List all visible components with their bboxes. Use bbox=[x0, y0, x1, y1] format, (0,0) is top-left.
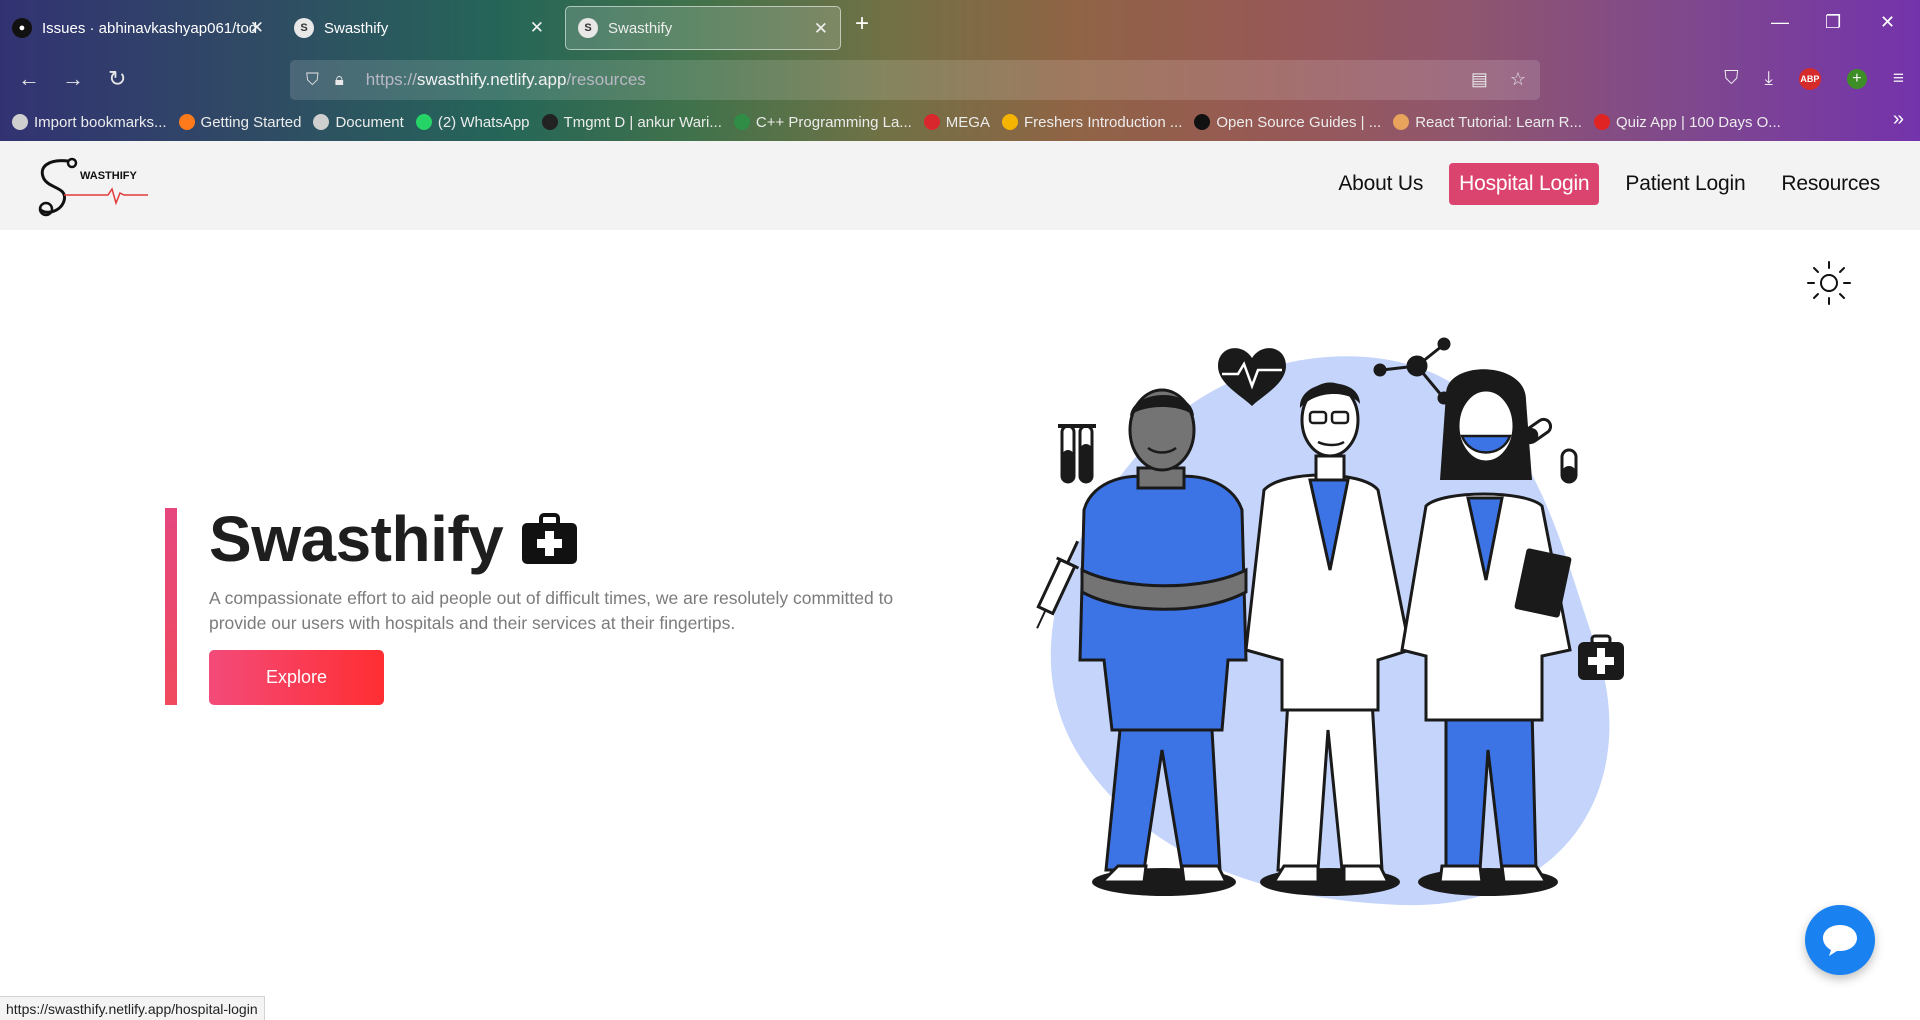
bookmark-item[interactable]: (2) WhatsApp bbox=[415, 114, 530, 131]
lock-icon: 🔒︎ bbox=[334, 70, 344, 89]
bookmark-item[interactable]: React Tutorial: Learn R... bbox=[1393, 114, 1582, 131]
chat-bubble-icon bbox=[1823, 925, 1857, 956]
url-text[interactable]: https://swasthify.netlify.app/resources bbox=[366, 70, 646, 90]
minimize-icon[interactable]: — bbox=[1771, 12, 1789, 33]
quiz-app-icon bbox=[1593, 114, 1610, 130]
bookmark-item[interactable]: Quiz App | 100 Days O... bbox=[1593, 114, 1781, 131]
bookmark-item[interactable]: C++ Programming La... bbox=[733, 114, 912, 131]
new-tab-plus-icon[interactable]: + bbox=[855, 10, 869, 38]
forward-arrow-icon[interactable]: → bbox=[62, 66, 84, 92]
close-icon[interactable]: ✕ bbox=[814, 19, 828, 39]
explore-button[interactable]: Explore bbox=[209, 650, 384, 705]
theme-toggle-sun-icon[interactable] bbox=[1806, 260, 1852, 306]
adblock-plus-icon[interactable]: ABP bbox=[1798, 68, 1821, 90]
address-bar[interactable]: ⛉ 🔒︎ https://swasthify.netlify.app/resou… bbox=[290, 60, 1540, 100]
shield-icon: ⛉ bbox=[306, 70, 319, 89]
gfg-icon bbox=[733, 114, 750, 130]
swasthify-favicon-icon: S bbox=[294, 18, 314, 38]
tab-title: Swasthify bbox=[608, 19, 673, 37]
browser-status-bar: https://swasthify.netlify.app/hospital-l… bbox=[0, 996, 265, 1020]
tab-swasthify-active[interactable]: S Swasthify ✕ bbox=[565, 6, 841, 50]
import-icon bbox=[12, 114, 28, 130]
hero-accent-bar bbox=[165, 508, 177, 705]
aw-icon bbox=[541, 114, 558, 130]
bookmark-item[interactable]: Freshers Introduction ... bbox=[1001, 114, 1182, 131]
hero-description: A compassionate effort to aid people out… bbox=[209, 588, 894, 633]
navigation-toolbar: ← → ↻ ⛉ 🔒︎ https://swasthify.netlify.app… bbox=[0, 58, 1920, 102]
nav-resources[interactable]: Resources bbox=[1771, 163, 1890, 205]
bookmark-item[interactable]: Document bbox=[313, 114, 404, 131]
site-header: WASTHIFY About Us Hospital Login Patient… bbox=[0, 141, 1920, 230]
reload-icon[interactable]: ↻ bbox=[108, 66, 126, 92]
close-icon[interactable]: ✕ bbox=[250, 18, 264, 38]
bookmark-item[interactable]: MEGA bbox=[923, 114, 990, 131]
whatsapp-icon bbox=[415, 114, 432, 130]
github-icon bbox=[1194, 114, 1211, 130]
nav-hospital-login[interactable]: Hospital Login bbox=[1449, 163, 1600, 205]
back-arrow-icon[interactable]: ← bbox=[18, 66, 40, 92]
github-icon: ● bbox=[12, 18, 32, 38]
reader-view-icon[interactable]: ▤ bbox=[1471, 69, 1488, 90]
pocket-icon[interactable]: ⛉ bbox=[1724, 68, 1738, 90]
tab-bar: ● Issues · abhinavkashyap061/tod ✕ S Swa… bbox=[0, 0, 1920, 55]
test-tubes-icon bbox=[1058, 424, 1096, 484]
tab-swasthify[interactable]: S Swasthify ✕ bbox=[282, 6, 556, 50]
bookmark-item[interactable]: Open Source Guides | ... bbox=[1194, 114, 1381, 131]
react-tutorial-icon bbox=[1393, 114, 1410, 130]
window-close-icon[interactable]: ✕ bbox=[1880, 12, 1895, 33]
tab-title: Swasthify bbox=[324, 19, 389, 37]
doctors-illustration bbox=[1036, 337, 1624, 906]
close-icon[interactable]: ✕ bbox=[530, 18, 544, 38]
mega-icon bbox=[923, 114, 940, 130]
bookmarks-overflow-chevron-icon[interactable]: » bbox=[1893, 108, 1904, 131]
hero-title: Swasthify bbox=[209, 502, 578, 576]
bookmark-item[interactable]: Import bookmarks... bbox=[12, 114, 167, 131]
bookmark-item[interactable]: Getting Started bbox=[178, 114, 301, 131]
hero-title-text: Swasthify bbox=[209, 503, 504, 575]
nav-patient-login[interactable]: Patient Login bbox=[1615, 163, 1755, 205]
tab-github-issues[interactable]: ● Issues · abhinavkashyap061/tod ✕ bbox=[0, 6, 276, 50]
bookmarks-bar: Import bookmarks... Getting Started Docu… bbox=[12, 108, 1781, 136]
chat-button[interactable] bbox=[1805, 905, 1875, 975]
logo-wordmark: WASTHIFY bbox=[80, 170, 137, 182]
bookmark-item[interactable]: Tmgmt D | ankur Wari... bbox=[541, 114, 722, 131]
swasthify-favicon-icon: S bbox=[578, 18, 598, 38]
tab-title: Issues · abhinavkashyap061/tod bbox=[42, 19, 258, 37]
browser-chrome: ● Issues · abhinavkashyap061/tod ✕ S Swa… bbox=[0, 0, 1920, 141]
nav-about-us[interactable]: About Us bbox=[1328, 163, 1433, 205]
extension-plus-icon[interactable]: + bbox=[1846, 69, 1867, 89]
restore-icon[interactable]: ❐ bbox=[1825, 12, 1841, 33]
firefox-icon bbox=[178, 114, 195, 130]
bookmark-star-icon[interactable]: ☆ bbox=[1510, 69, 1526, 90]
swasthify-logo[interactable]: WASTHIFY bbox=[34, 155, 148, 217]
main-nav: About Us Hospital Login Patient Login Re… bbox=[1328, 163, 1890, 205]
medical-kit-icon bbox=[522, 513, 578, 564]
google-drive-icon bbox=[1001, 114, 1018, 130]
hamburger-menu-icon[interactable]: ≡ bbox=[1893, 68, 1904, 90]
globe-icon bbox=[313, 114, 330, 130]
medical-kit-badge-icon bbox=[1578, 634, 1624, 680]
downloads-icon[interactable]: ⤓ bbox=[1765, 68, 1773, 90]
hero-section: Swasthify A compassionate effort to aid … bbox=[165, 503, 945, 706]
